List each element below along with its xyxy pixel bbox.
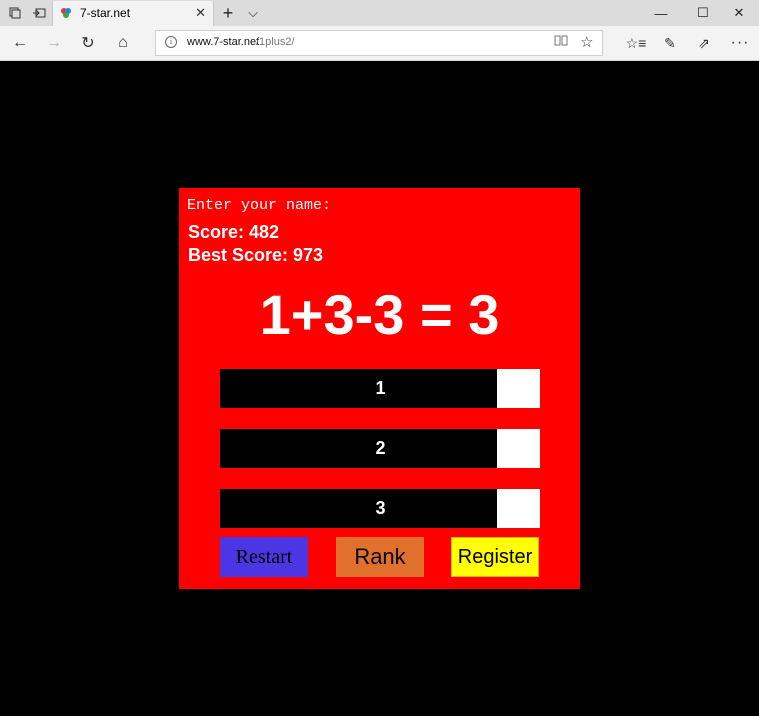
maximize-icon[interactable]: ☐ xyxy=(690,0,716,26)
site-info-icon[interactable]: i xyxy=(165,36,177,48)
rank-button[interactable]: Rank xyxy=(336,537,424,577)
tab-title: 7-star.net xyxy=(80,6,131,20)
refresh-icon[interactable]: ↻ xyxy=(76,30,100,56)
answer-option-1[interactable]: 1 xyxy=(220,369,540,408)
home-icon[interactable]: ⌂ xyxy=(111,30,135,56)
answer-option-box[interactable] xyxy=(497,489,540,528)
answer-option-label[interactable]: 1 xyxy=(220,369,497,408)
reading-view-icon[interactable] xyxy=(554,34,568,49)
answer-option-box[interactable] xyxy=(497,369,540,408)
register-button[interactable]: Register xyxy=(451,537,539,577)
address-domain: www.7-star.net xyxy=(187,36,260,48)
site-favicon-icon xyxy=(61,8,71,18)
restart-button[interactable]: Restart xyxy=(220,537,308,577)
minimize-icon[interactable]: — xyxy=(648,0,674,26)
back-icon[interactable]: ← xyxy=(8,30,32,56)
tab-actions-icon[interactable] xyxy=(6,0,24,26)
set-aside-tabs-icon[interactable] xyxy=(30,0,48,26)
equation: 1+3-3 = 3 xyxy=(259,283,500,346)
browser-toolbar: ← → ↻ ⌂ i www.7-star.net /1plus2/ ☆ ☆≡ ✎… xyxy=(0,26,759,61)
tab-list-chevron-icon[interactable]: ⌵ xyxy=(244,0,262,26)
answer-option-label[interactable]: 3 xyxy=(220,489,497,528)
score-text: Score: 482 xyxy=(188,222,280,242)
answer-option-2[interactable]: 2 xyxy=(220,429,540,468)
favorites-hub-icon[interactable]: ☆≡ xyxy=(624,30,648,56)
share-icon[interactable]: ⇗ xyxy=(692,30,716,56)
web-notes-icon[interactable]: ✎ xyxy=(658,30,682,56)
browser-tab[interactable]: 7-star.net ✕ xyxy=(52,1,214,26)
answer-option-label[interactable]: 2 xyxy=(220,429,497,468)
best-score-text: Best Score: 973 xyxy=(188,245,324,265)
close-tab-icon[interactable]: ✕ xyxy=(195,5,206,21)
new-tab-icon[interactable]: + xyxy=(218,0,238,26)
title-bar: 7-star.net ✕ + ⌵ — ☐ ✕ xyxy=(0,0,759,26)
forward-icon[interactable]: → xyxy=(42,30,66,56)
game-panel: Enter your name: Score: 482 Best Score: … xyxy=(179,188,580,589)
answer-option-box[interactable] xyxy=(497,429,540,468)
answer-option-3[interactable]: 3 xyxy=(220,489,540,528)
address-path: /1plus2/ xyxy=(256,36,295,48)
name-prompt[interactable]: Enter your name: xyxy=(187,197,331,214)
favorite-star-icon[interactable]: ☆ xyxy=(580,33,593,51)
address-bar[interactable]: i www.7-star.net /1plus2/ ☆ xyxy=(155,30,603,56)
more-menu-icon[interactable]: ··· xyxy=(728,30,752,56)
close-window-icon[interactable]: ✕ xyxy=(724,0,754,26)
